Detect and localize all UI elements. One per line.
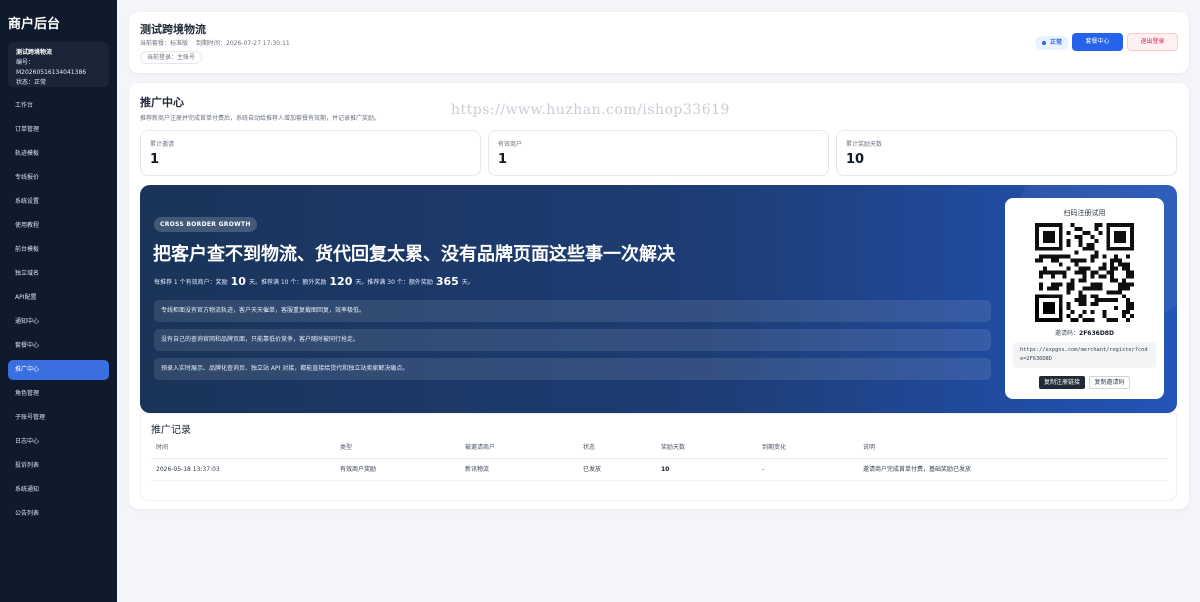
stat-card-invites: 累计邀请 1 xyxy=(140,130,481,176)
login-chip: 当前登录：主账号 xyxy=(140,51,203,64)
cell-merchant: 新讯物流 xyxy=(465,466,490,473)
table-header: 时间 类型 被邀请商户 状态 奖励天数 到期变化 说明 xyxy=(151,437,1168,459)
pain-point-item: 没有自己的查询官网和品牌页面，只能靠低价竞争，客户随时被同行抢走。 xyxy=(154,329,991,351)
reward-text: 天。推荐满 30 个：额外奖励 xyxy=(355,279,433,286)
invite-code-label: 邀请码： xyxy=(1055,330,1080,337)
stat-value: 1 xyxy=(150,152,160,167)
cell-note: 邀请商户完成首单付费，基础奖励已发放 xyxy=(863,466,972,473)
promo-banner: CROSS BORDER GROWTH 把客户查不到物流、货代回复太累、没有品牌… xyxy=(140,185,1177,413)
stat-label: 累计邀请 xyxy=(150,141,175,148)
logout-button[interactable]: 退出登录 xyxy=(1127,33,1178,51)
sidebar-item[interactable]: 订单管理 xyxy=(8,120,109,140)
stat-card-reward-days: 累计奖励天数 10 xyxy=(836,130,1177,176)
brand-title: 商户后台 xyxy=(8,17,61,32)
sidebar-item[interactable]: 系统通知 xyxy=(8,480,109,500)
account-card: 测试跨境物流 编号：M20260516134041386 状态：正常 xyxy=(8,42,109,87)
sidebar-item[interactable]: 独立域名 xyxy=(8,264,109,284)
cell-reward-days: 10 xyxy=(661,466,670,473)
status-text: 正常 xyxy=(1050,39,1063,46)
stat-value: 1 xyxy=(498,152,508,167)
column-header: 被邀请商户 xyxy=(465,444,496,451)
sidebar: 商户后台 测试跨境物流 编号：M20260516134041386 状态：正常 … xyxy=(0,0,117,602)
stat-card-valid-merchants: 有效商户 1 xyxy=(488,130,829,176)
cell-status: 已发放 xyxy=(583,466,602,473)
watermark: https://www.huzhan.com/ishop33619 xyxy=(451,102,730,118)
sidebar-item[interactable]: 系统设置 xyxy=(8,192,109,212)
cell-expiry-change: - xyxy=(762,466,765,473)
sidebar-item[interactable]: 套餐中心 xyxy=(8,336,109,356)
column-header: 说明 xyxy=(863,444,876,451)
invite-code-line: 邀请码：2F636D8D xyxy=(1005,328,1164,337)
sidebar-item[interactable]: 角色管理 xyxy=(8,384,109,404)
account-status: 状态：正常 xyxy=(16,79,47,86)
status-dot-icon xyxy=(1042,40,1046,45)
sidebar-item[interactable]: 工作台 xyxy=(8,96,109,116)
stat-label: 有效商户 xyxy=(498,141,523,148)
invite-code: 2F636D8D xyxy=(1079,330,1114,337)
sidebar-item[interactable]: 轨迹模板 xyxy=(8,144,109,164)
column-header: 类型 xyxy=(340,444,353,451)
qr-code-image xyxy=(1035,223,1134,322)
reward-text: 天。 xyxy=(461,279,474,286)
reward-text: 天。推荐满 10 个：额外奖励 xyxy=(248,279,327,286)
account-id: 编号：M20260516134041386 xyxy=(16,59,87,76)
expiry-time: 到期时间：2026-07-27 17:30:11 xyxy=(196,40,290,47)
column-header: 时间 xyxy=(156,444,169,451)
stat-label: 累计奖励天数 xyxy=(846,141,883,148)
promotion-panel: 推广中心 推荐新商户注册并完成首单付费后，系统自动给推荐人增加套餐有效期，并记录… xyxy=(129,83,1189,509)
column-header: 状态 xyxy=(583,444,596,451)
plan-center-button[interactable]: 套餐中心 xyxy=(1072,33,1123,51)
sidebar-item[interactable]: API配置 xyxy=(8,288,109,308)
column-header: 奖励天数 xyxy=(661,444,686,451)
header-card: 测试跨境物流 当前套餐：标准版 到期时间：2026-07-27 17:30:11 … xyxy=(129,12,1189,73)
banner-headline: 把客户查不到物流、货代回复太累、没有品牌页面这些事一次解决 xyxy=(153,244,675,265)
sidebar-nav: 工作台订单管理轨迹模板专线报价系统设置使用教程前台模板独立域名 API配置通知中心… xyxy=(8,96,109,528)
sidebar-item[interactable]: 子账号管理 xyxy=(8,408,109,428)
sidebar-item[interactable]: 通知中心 xyxy=(8,312,109,332)
sidebar-item[interactable]: 使用教程 xyxy=(8,216,109,236)
copy-invite-code-button[interactable]: 复制邀请码 xyxy=(1089,376,1130,389)
sidebar-item[interactable]: 日志中心 xyxy=(8,432,109,452)
pain-point-item: 专线柜面没有官方物流轨迹，客户天天催单，客服重复截图回复，效率极低。 xyxy=(154,300,991,322)
banner-tag: CROSS BORDER GROWTH xyxy=(154,217,257,232)
cell-time: 2026-05-18 13:37:03 xyxy=(156,466,220,473)
table-row: 2026-05-18 13:37:03 有效商户奖励 新讯物流 已发放 10 -… xyxy=(151,459,1168,481)
page-title: 推广中心 xyxy=(140,96,184,109)
sidebar-item[interactable]: 推广中心 xyxy=(8,360,109,380)
sidebar-item[interactable]: 公告列表 xyxy=(8,504,109,524)
promotion-records: 推广记录 时间 类型 被邀请商户 状态 奖励天数 到期变化 说明 2026-05… xyxy=(140,413,1177,501)
reward-value: 10 xyxy=(230,275,246,288)
merchant-title: 测试跨境物流 xyxy=(140,23,206,36)
register-url[interactable]: https://expgos.com/merchant/register?cod… xyxy=(1013,342,1156,368)
sidebar-item[interactable]: 投诉列表 xyxy=(8,456,109,476)
copy-register-link-button[interactable]: 复制注册链接 xyxy=(1039,376,1085,389)
account-name: 测试跨境物流 xyxy=(16,49,53,56)
reward-rules: 每推荐 1 个有效商户：奖励 10 天。推荐满 10 个：额外奖励 120 天。推荐满 … xyxy=(154,275,474,288)
sidebar-item[interactable]: 前台模板 xyxy=(8,240,109,260)
current-plan: 当前套餐：标准版 xyxy=(140,40,189,47)
sidebar-item[interactable]: 专线报价 xyxy=(8,168,109,188)
plan-meta: 当前套餐：标准版 到期时间：2026-07-27 17:30:11 xyxy=(140,38,290,47)
column-header: 到期变化 xyxy=(762,444,787,451)
records-title: 推广记录 xyxy=(151,425,191,436)
reward-text: 每推荐 1 个有效商户：奖励 xyxy=(154,279,228,286)
stat-value: 10 xyxy=(846,152,865,167)
pain-point-item: 预录入实时展示、品牌化查询页、独立站 API 对接，都能直接给货代和独立站卖家解… xyxy=(154,358,991,380)
qr-title: 扫码注册试用 xyxy=(1063,209,1106,217)
page-description: 推荐新商户注册并完成首单付费后，系统自动给推荐人增加套餐有效期，并记录推广奖励。 xyxy=(140,115,381,122)
reward-value: 120 xyxy=(329,275,353,288)
qr-card: 扫码注册试用 邀请码：2F636D8D https://expgos.com/m… xyxy=(1005,198,1164,399)
status-badge: 正常 xyxy=(1035,36,1070,50)
reward-value: 365 xyxy=(435,275,459,288)
cell-type: 有效商户奖励 xyxy=(340,466,377,473)
